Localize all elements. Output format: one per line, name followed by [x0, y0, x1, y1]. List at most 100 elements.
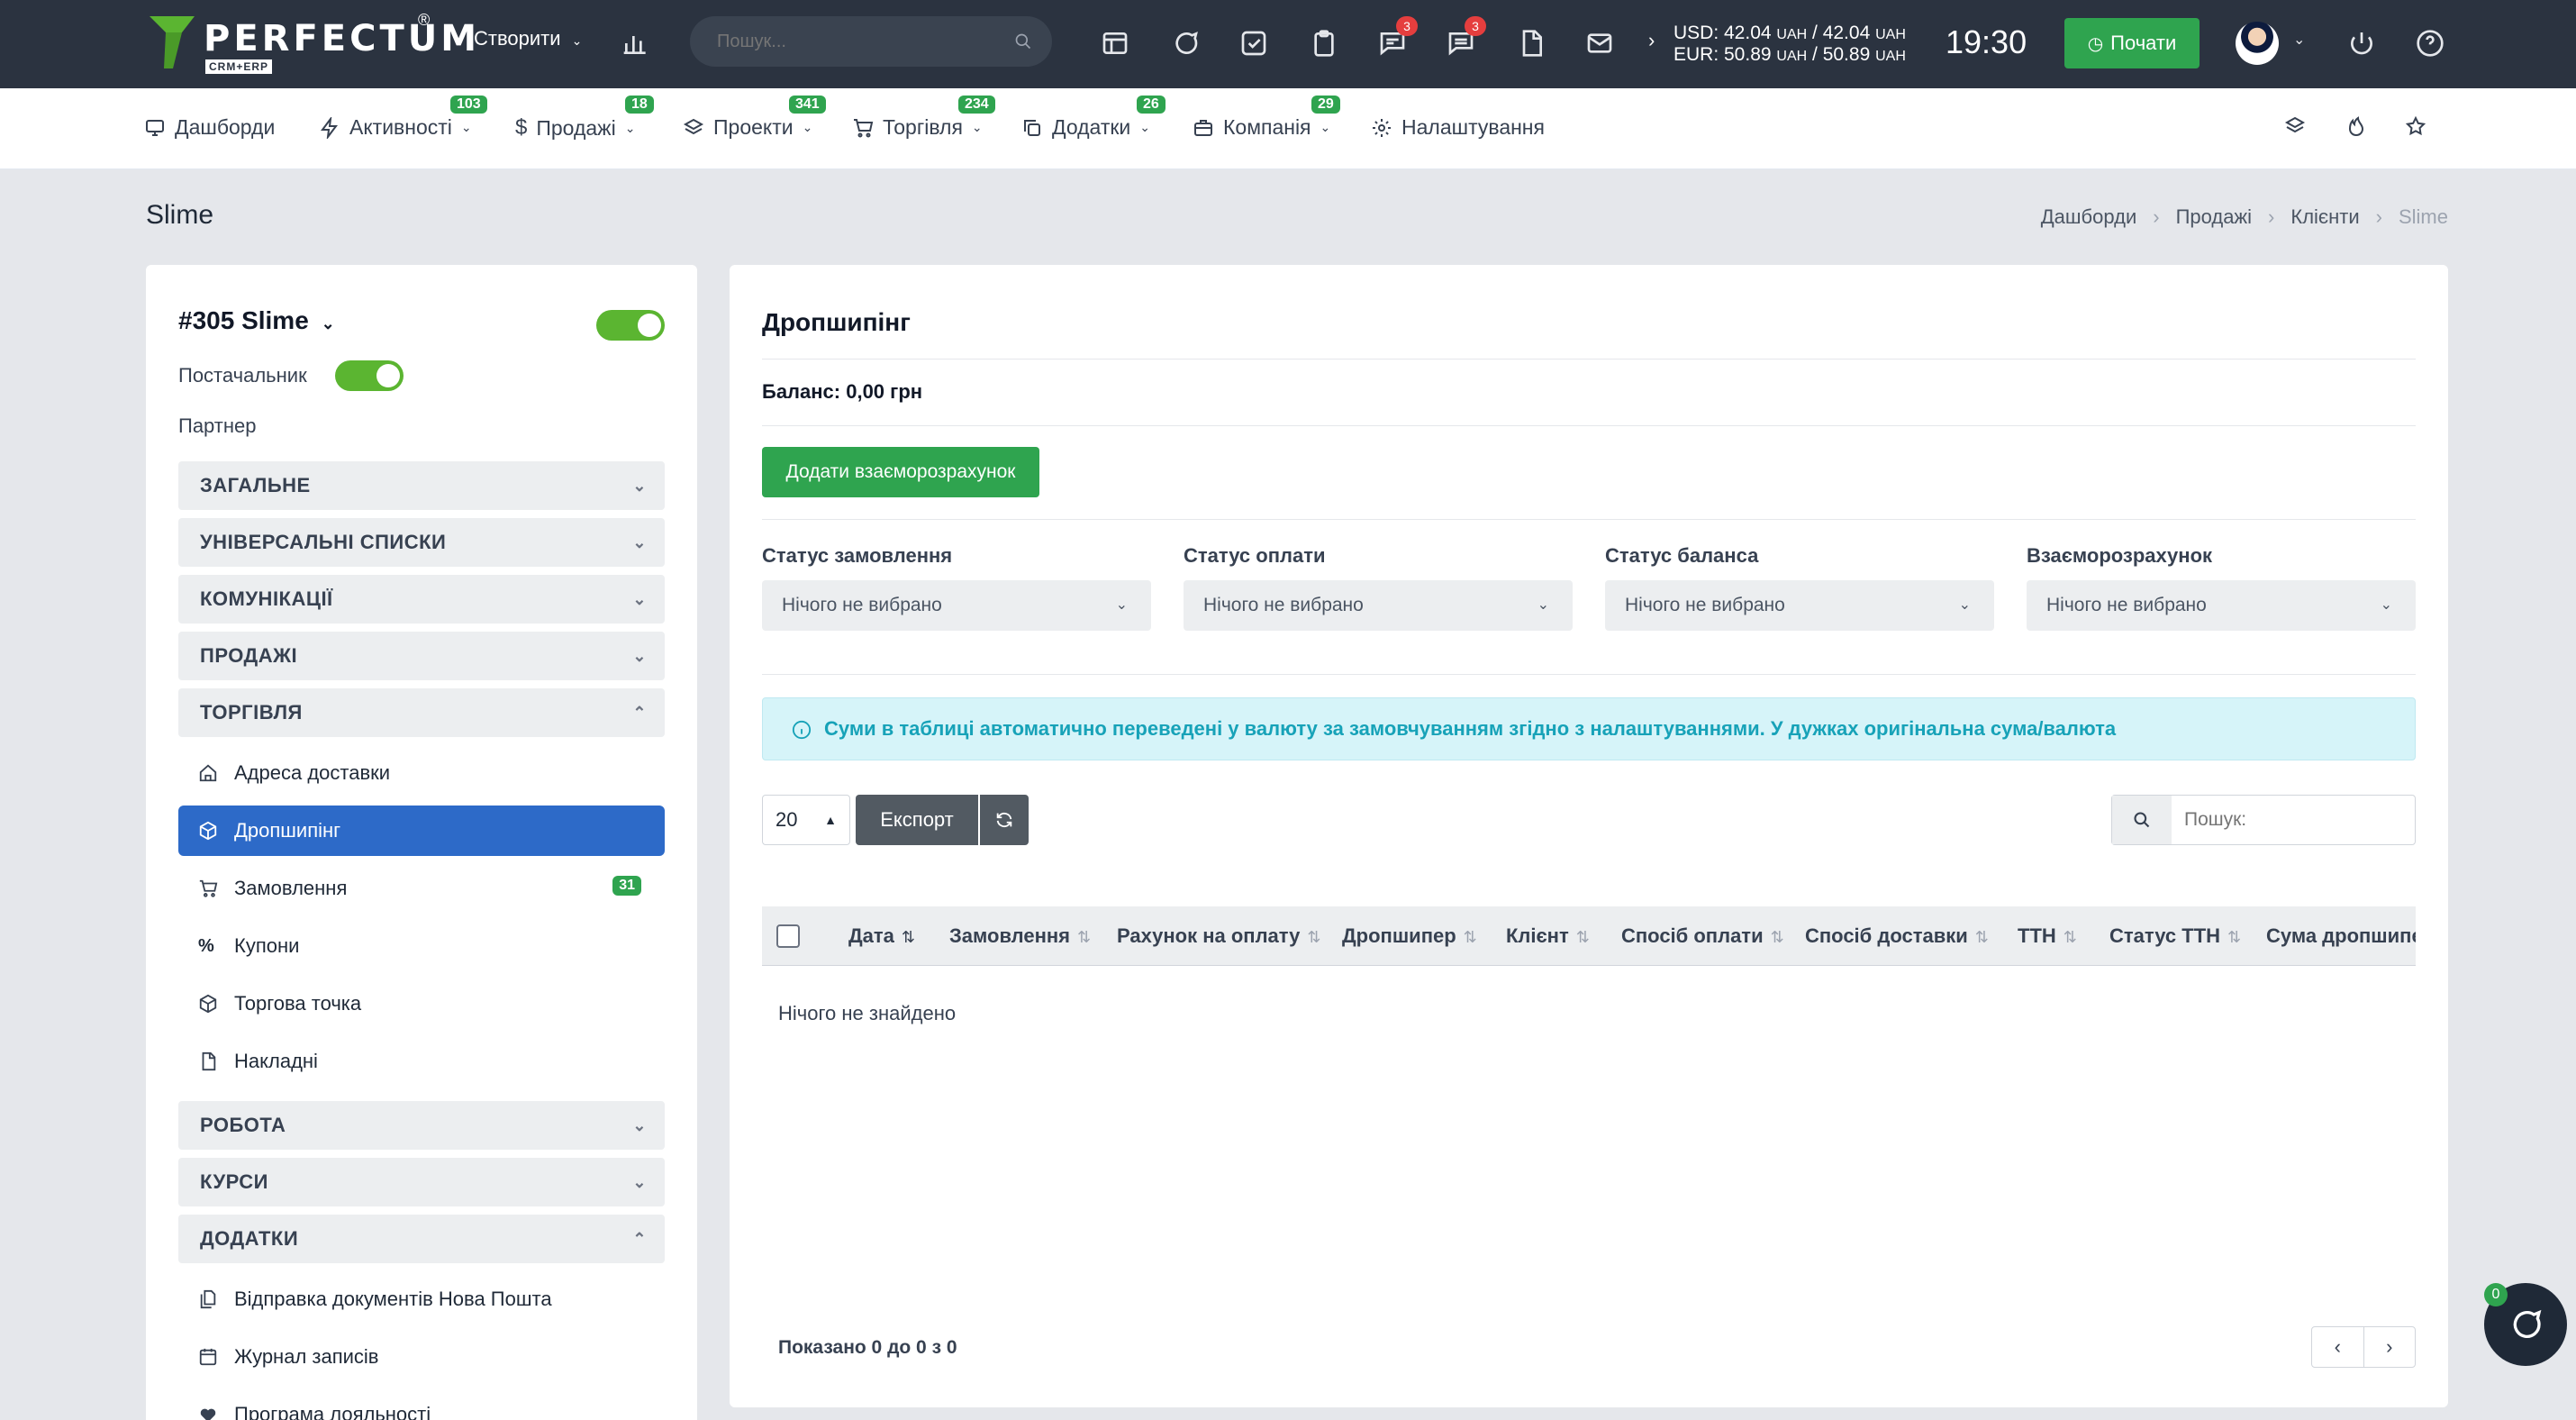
sort-icon: ⇅ [1077, 928, 1092, 946]
table-search-input[interactable] [2184, 796, 2400, 844]
chat-widget-button[interactable]: 0 [2484, 1283, 2567, 1366]
export-button[interactable]: Експорт [856, 795, 978, 845]
section-work[interactable]: РОБОТА ⌄ [178, 1101, 665, 1150]
supplier-toggle[interactable] [335, 360, 404, 391]
filter-label-settlement: Взаєморозрахунок [2027, 544, 2213, 567]
breadcrumb-item[interactable]: Продажі [2176, 205, 2252, 229]
usd-rate: USD: 42.04 UAH / 42.04 UAH [1673, 23, 1906, 43]
section-communications[interactable]: КОМУНІКАЦІЇ ⌄ [178, 575, 665, 624]
sidebar-item-outlet[interactable]: Торгова точка [178, 979, 665, 1029]
sidebar-item-orders[interactable]: Замовлення 31 [178, 863, 665, 914]
clock: 19:30 [1946, 23, 2027, 60]
column-client[interactable]: Клієнт ⇅ [1506, 906, 1590, 965]
sort-icon: ⇅ [901, 928, 916, 946]
comments-icon[interactable]: 3 [1443, 16, 1486, 61]
refresh-button[interactable] [980, 795, 1029, 845]
column-delivery-method[interactable]: Спосіб доставки ⇅ [1805, 906, 1989, 965]
add-settlement-button[interactable]: Додати взаєморозрахунок [762, 447, 1039, 497]
column-order[interactable]: Замовлення ⇅ [949, 906, 1092, 965]
star-icon[interactable] [2405, 115, 2426, 137]
nav-item-projects[interactable]: Проекти ⌄ 341 [683, 96, 826, 140]
prev-page-button[interactable]: ‹ [2312, 1327, 2364, 1367]
column-ttn-status[interactable]: Статус ТТН ⇅ [2109, 906, 2241, 965]
activities-badge: 103 [450, 96, 487, 114]
select-all-checkbox[interactable] [776, 924, 800, 948]
box-icon [199, 994, 217, 1014]
sidebar-item-dropshipping[interactable]: Дропшипінг [178, 806, 665, 856]
filter-settlement[interactable]: Нічого не вибрано ⌄ [2027, 580, 2416, 631]
nav-item-company[interactable]: Компанія ⌄ 29 [1193, 96, 1340, 140]
chevron-down-icon: ⌄ [632, 647, 647, 665]
column-invoice[interactable]: Рахунок на оплату ⇅ [1117, 906, 1320, 965]
search-icon[interactable] [1014, 32, 1032, 50]
logo[interactable]: PERFECTUM ® CRM+ERP [146, 11, 476, 76]
column-ttn[interactable]: ТТН ⇅ [2018, 906, 2077, 965]
section-trade[interactable]: ТОРГІВЛЯ ⌃ [178, 688, 665, 737]
messages-icon[interactable]: 3 [1374, 16, 1418, 61]
chevron-up-icon: ⌃ [632, 1230, 647, 1248]
chevron-down-icon: ⌄ [632, 1116, 647, 1134]
start-timer-button[interactable]: ◷ Почати [2064, 18, 2200, 68]
section-general[interactable]: ЗАГАЛЬНЕ ⌄ [178, 461, 665, 510]
nav-item-trade[interactable]: Торгівля ⌄ 234 [852, 96, 995, 140]
section-universal-lists[interactable]: УНІВЕРСАЛЬНІ СПИСКИ ⌄ [178, 518, 665, 567]
currency-expand-icon[interactable]: › [1648, 29, 1655, 52]
main-nav: Дашборди Активності ⌄ 103 $ Продажі ⌄ 18 П… [0, 88, 2576, 169]
filter-payment-status[interactable]: Нічого не вибрано ⌄ [1184, 580, 1573, 631]
power-icon[interactable] [2344, 25, 2380, 61]
bar-chart-icon[interactable] [618, 25, 654, 61]
sidebar-item-loyalty[interactable]: Програма лояльності [178, 1389, 665, 1420]
chevron-down-icon: ⌄ [321, 314, 335, 332]
chevron-down-icon[interactable]: ⌄ [2293, 31, 2305, 49]
avatar[interactable] [2236, 22, 2279, 65]
filter-label-balance-status: Статус баланса [1605, 544, 1759, 567]
clipboard-icon[interactable] [1306, 25, 1342, 61]
column-payment-method[interactable]: Спосіб оплати ⇅ [1621, 906, 1784, 965]
sidebar-item-invoices[interactable]: Накладні [178, 1036, 665, 1087]
chevron-down-icon: ⌄ [571, 33, 583, 48]
nav-item-addons[interactable]: Додатки ⌄ 26 [1021, 96, 1166, 140]
help-icon[interactable] [2412, 25, 2448, 61]
nav-item-activities[interactable]: Активності ⌄ 103 [319, 96, 487, 140]
client-title[interactable]: #305 Slime ⌄ [178, 306, 335, 335]
per-page-select[interactable]: 20 ▲ [762, 795, 850, 845]
chevron-up-icon: ⌃ [632, 704, 647, 722]
layers-toggle-icon[interactable] [2284, 115, 2306, 137]
filter-order-status[interactable]: Нічого не вибрано ⌄ [762, 580, 1151, 631]
projects-badge: 341 [789, 96, 826, 114]
section-addons[interactable]: ДОДАТКИ ⌃ [178, 1215, 665, 1263]
sort-icon: ⇅ [1463, 928, 1477, 946]
logo-text: PERFECTUM [204, 18, 481, 59]
filter-balance-status[interactable]: Нічого не вибрано ⌄ [1605, 580, 1994, 631]
chevron-down-icon: ⌄ [632, 477, 647, 495]
section-sales[interactable]: ПРОДАЖІ ⌄ [178, 632, 665, 680]
logo-subtitle: CRM+ERP [205, 59, 273, 74]
nav-item-dashboards[interactable]: Дашборди [144, 115, 275, 140]
nav-item-sales[interactable]: $ Продажі ⌄ 18 [515, 96, 654, 141]
top-bar: PERFECTUM ® CRM+ERP Створити ⌄ 3 3 › U [0, 0, 2576, 88]
column-dropshipper-sum[interactable]: Сума дропшипера [2266, 906, 2416, 965]
breadcrumb-item[interactable]: Дашборди [2041, 205, 2136, 229]
flame-icon[interactable] [2345, 115, 2367, 137]
column-date[interactable]: Дата ⇅ [848, 906, 916, 965]
sidebar-item-delivery-address[interactable]: Адреса доставки [178, 748, 665, 798]
breadcrumb-item[interactable]: Клієнти [2290, 205, 2359, 229]
calendar-grid-icon[interactable] [1097, 25, 1133, 61]
sidebar-item-appointments[interactable]: Журнал записів [178, 1332, 665, 1382]
mail-icon[interactable] [1582, 25, 1618, 61]
create-dropdown[interactable]: Створити ⌄ [474, 27, 582, 50]
section-courses[interactable]: КУРСИ ⌄ [178, 1158, 665, 1206]
create-label: Створити [474, 27, 561, 50]
nav-item-settings[interactable]: Налаштування [1371, 115, 1545, 140]
checkbox-icon[interactable] [1236, 25, 1272, 61]
next-page-button[interactable]: › [2364, 1327, 2416, 1367]
chat-bubble-icon[interactable] [1167, 25, 1203, 61]
info-icon [792, 720, 812, 740]
column-dropshipper[interactable]: Дропшипер ⇅ [1342, 906, 1477, 965]
sidebar-item-nova-poshta[interactable]: Відправка документів Нова Пошта [178, 1274, 665, 1324]
client-active-toggle[interactable] [596, 310, 665, 341]
global-search-input[interactable] [717, 16, 1014, 67]
sidebar-item-coupons[interactable]: % Купони [178, 921, 665, 971]
refresh-icon [996, 812, 1012, 828]
document-icon[interactable] [1513, 25, 1549, 61]
